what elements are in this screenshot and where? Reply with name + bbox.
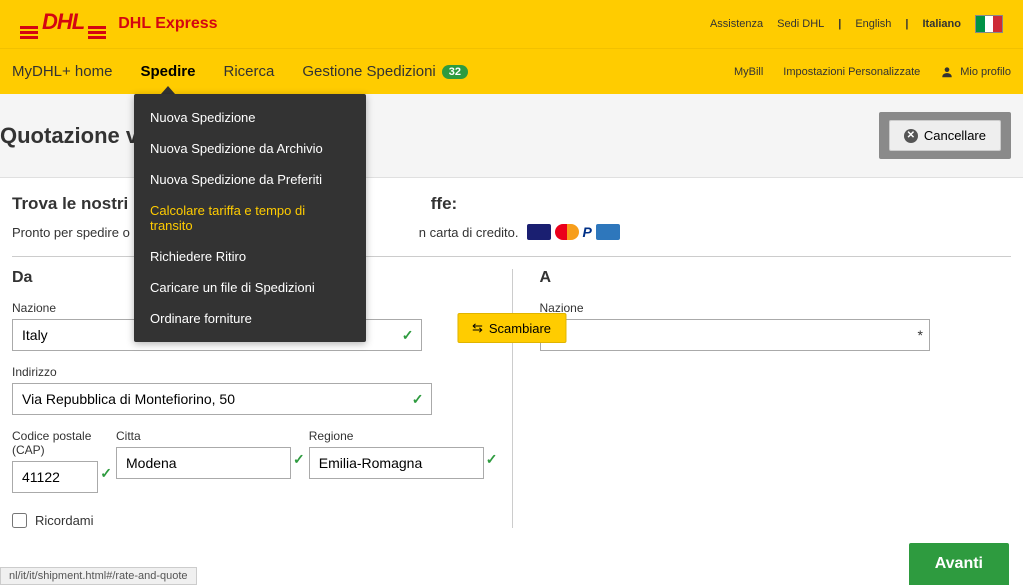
check-icon: ✓ [100, 465, 112, 482]
check-icon: ✓ [412, 391, 424, 408]
nav-search[interactable]: Ricerca [223, 63, 274, 80]
help-link[interactable]: Assistenza [710, 18, 763, 30]
nav-settings[interactable]: Impostazioni Personalizzate [783, 66, 920, 78]
logo-area: DHL DHL Express [20, 9, 218, 39]
from-city-label: Citta [116, 429, 291, 443]
visa-icon [527, 224, 551, 240]
to-title: A [540, 269, 1012, 287]
close-icon: ✕ [904, 129, 918, 143]
nav-manage[interactable]: Gestione Spedizioni 32 [302, 63, 468, 80]
top-links: Assistenza Sedi DHL | English | Italiano [710, 15, 1003, 33]
from-region-field: Regione ✓ [309, 429, 484, 493]
cancel-button[interactable]: ✕ Cancellare [889, 120, 1001, 151]
top-bar: DHL DHL Express Assistenza Sedi DHL | En… [0, 0, 1023, 48]
check-icon: ✓ [402, 327, 414, 344]
desc-prefix: Pronto per spedire o [12, 225, 130, 240]
amex-icon [596, 224, 620, 240]
nav-profile-label: Mio profilo [960, 66, 1011, 78]
vertical-divider [512, 269, 513, 528]
from-region-input[interactable] [309, 447, 484, 479]
page-title: Quotazione ve [0, 123, 150, 149]
flag-italy-icon[interactable] [975, 15, 1003, 33]
from-city-input[interactable] [116, 447, 291, 479]
payment-cards: P [527, 224, 620, 240]
to-country-input[interactable] [540, 319, 930, 351]
from-address-field: Indirizzo ✓ [12, 365, 484, 415]
from-postal-input[interactable] [12, 461, 98, 493]
dropdown-from-favorites[interactable]: Nuova Spedizione da Preferiti [134, 164, 366, 195]
from-city-field: Citta ✓ [116, 429, 291, 493]
check-icon: ✓ [486, 451, 498, 468]
dropdown-order-supplies[interactable]: Ordinare forniture [134, 303, 366, 334]
nav-home[interactable]: MyDHL+ home [12, 63, 112, 80]
brand-text: DHL Express [118, 15, 217, 33]
desc-suffix: n carta di credito. [419, 225, 519, 240]
paypal-icon: P [583, 224, 592, 240]
section-title-part2: ffe: [431, 194, 457, 213]
cancel-label: Cancellare [924, 128, 986, 143]
from-region-label: Regione [309, 429, 484, 443]
from-locality-row: Codice postale (CAP) ✓ Citta ✓ Regione ✓ [12, 429, 484, 507]
nav-bar: MyDHL+ home Spedire Ricerca Gestione Spe… [0, 48, 1023, 94]
status-bar-url: nl/it/it/shipment.html#/rate-and-quote [0, 567, 197, 585]
swap-icon: ⇆ [472, 320, 483, 336]
section-title-part1: Trova le nostri [12, 194, 128, 213]
dropdown-request-pickup[interactable]: Richiedere Ritiro [134, 241, 366, 272]
dropdown-from-archive[interactable]: Nuova Spedizione da Archivio [134, 133, 366, 164]
swap-button[interactable]: ⇆ Scambiare [457, 313, 566, 343]
nav-ship[interactable]: Spedire [140, 63, 195, 80]
nav-manage-label: Gestione Spedizioni [302, 63, 435, 80]
swap-label: Scambiare [489, 321, 551, 336]
nav-right: MyBill Impostazioni Personalizzate Mio p… [734, 65, 1011, 79]
nav-mybill[interactable]: MyBill [734, 66, 763, 78]
from-postal-field: Codice postale (CAP) ✓ [12, 429, 98, 493]
from-postal-label: Codice postale (CAP) [12, 429, 98, 457]
separator: | [838, 18, 841, 30]
nav-badge: 32 [442, 65, 468, 79]
to-column: A Nazione * [512, 269, 1012, 528]
dropdown-rate-quote[interactable]: Calcolare tariffa e tempo di transito [134, 195, 366, 241]
remember-label: Ricordami [35, 513, 94, 528]
nav-profile[interactable]: Mio profilo [940, 65, 1011, 79]
remember-checkbox[interactable] [12, 513, 27, 528]
from-address-label: Indirizzo [12, 365, 484, 379]
ship-dropdown: Nuova Spedizione Nuova Spedizione da Arc… [134, 94, 366, 342]
lang-italian-link[interactable]: Italiano [922, 18, 961, 30]
dropdown-upload-file[interactable]: Caricare un file di Spedizioni [134, 272, 366, 303]
lang-english-link[interactable]: English [855, 18, 891, 30]
separator: | [905, 18, 908, 30]
remember-row: Ricordami [12, 513, 484, 528]
cancel-wrap: ✕ Cancellare [879, 112, 1011, 159]
mastercard-icon [555, 224, 579, 240]
dropdown-new-shipment[interactable]: Nuova Spedizione [134, 102, 366, 133]
locations-link[interactable]: Sedi DHL [777, 18, 824, 30]
next-button[interactable]: Avanti [909, 543, 1009, 585]
required-asterisk: * [918, 327, 923, 343]
dhl-logo: DHL [20, 9, 106, 39]
check-icon: ✓ [293, 451, 305, 468]
person-icon [940, 65, 954, 79]
to-country-field: Nazione * [540, 301, 1012, 351]
nav-left: MyDHL+ home Spedire Ricerca Gestione Spe… [12, 63, 468, 80]
from-address-input[interactable] [12, 383, 432, 415]
to-country-label: Nazione [540, 301, 1012, 315]
